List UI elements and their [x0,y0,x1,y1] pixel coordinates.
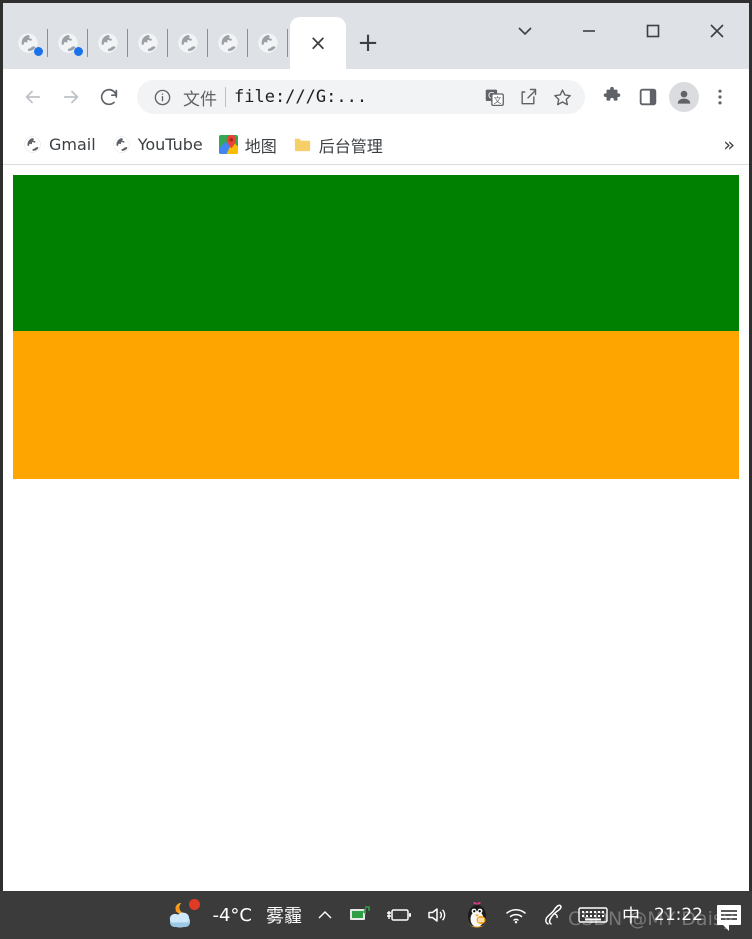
folder-icon [293,135,312,154]
pen-tool-icon[interactable] [535,891,571,939]
tab-active[interactable]: × [290,17,346,69]
globe-icon [16,31,43,56]
scheme-label: 文件 [183,89,217,110]
share-icon[interactable] [515,84,541,110]
ime-label: 中 [622,906,640,927]
globe-icon [56,31,83,56]
browser-toolbar: 文件 file:///G:... G 文 [3,69,749,125]
new-tab-button[interactable]: + [346,17,390,69]
tab-collapsed-3[interactable] [88,17,128,69]
clock-label: 21:22 [654,905,703,925]
green-block [13,175,739,331]
bookmarks-overflow-button[interactable]: » [723,134,735,156]
minimize-icon[interactable] [557,3,621,59]
info-circle-icon[interactable] [149,84,175,110]
page-viewport [3,165,749,891]
battery-charging-icon[interactable] [379,891,419,939]
windows-taskbar: -4°C 雾霾 中 21:22 CSDN @MY Daisy [0,891,752,939]
three-dot-menu-icon[interactable] [703,80,737,114]
wifi-icon[interactable] [497,891,535,939]
bookmark-label: Gmail [49,135,96,154]
taskbar-clock[interactable]: 21:22 [647,891,710,939]
bookmark-label: YouTube [137,135,203,154]
tab-collapsed-5[interactable] [168,17,208,69]
tab-strip: × + [3,3,749,69]
omnibox-divider [225,87,226,107]
reload-icon[interactable] [91,79,127,115]
weather-condition[interactable]: 雾霾 [259,891,309,939]
tab-collapsed-6[interactable] [208,17,248,69]
translate-icon[interactable]: G 文 [481,84,507,110]
chevron-up-icon[interactable] [309,891,341,939]
condition-label: 雾霾 [266,906,302,927]
bookmark-label: 后台管理 [318,136,383,156]
weather-temperature[interactable]: -4°C [205,891,259,939]
desktop-screen: × + 文件 file:///G:... 文 Gmail YouTube 地图 … [0,0,752,939]
tab-collapsed-7[interactable] [248,17,288,69]
tab-collapsed-2[interactable] [48,17,88,69]
tab-close-icon[interactable]: × [309,32,327,54]
url-text[interactable]: file:///G:... [234,87,473,107]
side-panel-icon[interactable] [631,80,665,114]
globe-icon [112,135,131,154]
moon-cloud-weather-icon [164,899,201,930]
bookmark-gmail[interactable]: Gmail [17,131,106,158]
profile-avatar-icon[interactable] [667,80,701,114]
avatar [669,82,699,112]
browser-window: × + 文件 file:///G:... 文 Gmail YouTube 地图 … [0,0,752,891]
back-arrow-icon[interactable] [15,79,51,115]
maximize-icon[interactable] [621,3,685,59]
keyboard-icon[interactable] [571,891,615,939]
ime-indicator[interactable]: 中 [615,891,647,939]
globe-icon [216,31,240,55]
bookmark-label: 地图 [244,136,277,156]
puzzle-icon[interactable] [595,80,629,114]
google-maps-icon [218,135,238,154]
bookmarks-bar: Gmail YouTube 地图 后台管理 » [3,125,749,165]
tab-collapsed-1[interactable] [8,17,48,69]
tab-activity-dot [34,47,43,56]
temperature-label: -4°C [212,904,252,926]
bookmark-youtube[interactable]: YouTube [106,131,213,158]
window-controls [493,3,749,59]
bookmark-folder-admin[interactable]: 后台管理 [287,129,393,161]
speaker-icon[interactable] [419,891,457,939]
globe-icon [23,135,42,154]
globe-icon [256,31,280,55]
forward-arrow-icon[interactable] [53,79,89,115]
tab-search-chevron-icon[interactable] [493,3,557,59]
orange-block [13,331,739,479]
globe-icon [136,31,160,55]
close-icon[interactable] [685,3,749,59]
star-icon[interactable] [549,84,575,110]
address-bar[interactable]: 文件 file:///G:... G 文 [137,80,585,114]
notification-bubble-icon [717,905,741,931]
display-monitor-icon[interactable] [341,891,379,939]
weather-widget[interactable] [157,891,205,939]
svg-text:文: 文 [493,95,501,105]
weather-alert-dot [189,899,201,910]
tab-collapsed-4[interactable] [128,17,168,69]
notification-center-icon[interactable] [710,891,748,939]
globe-icon [176,31,200,55]
globe-icon [96,31,120,55]
tab-activity-dot [74,47,83,56]
bookmark-maps[interactable]: 地图 [213,129,287,161]
qq-penguin-icon[interactable] [457,891,497,939]
